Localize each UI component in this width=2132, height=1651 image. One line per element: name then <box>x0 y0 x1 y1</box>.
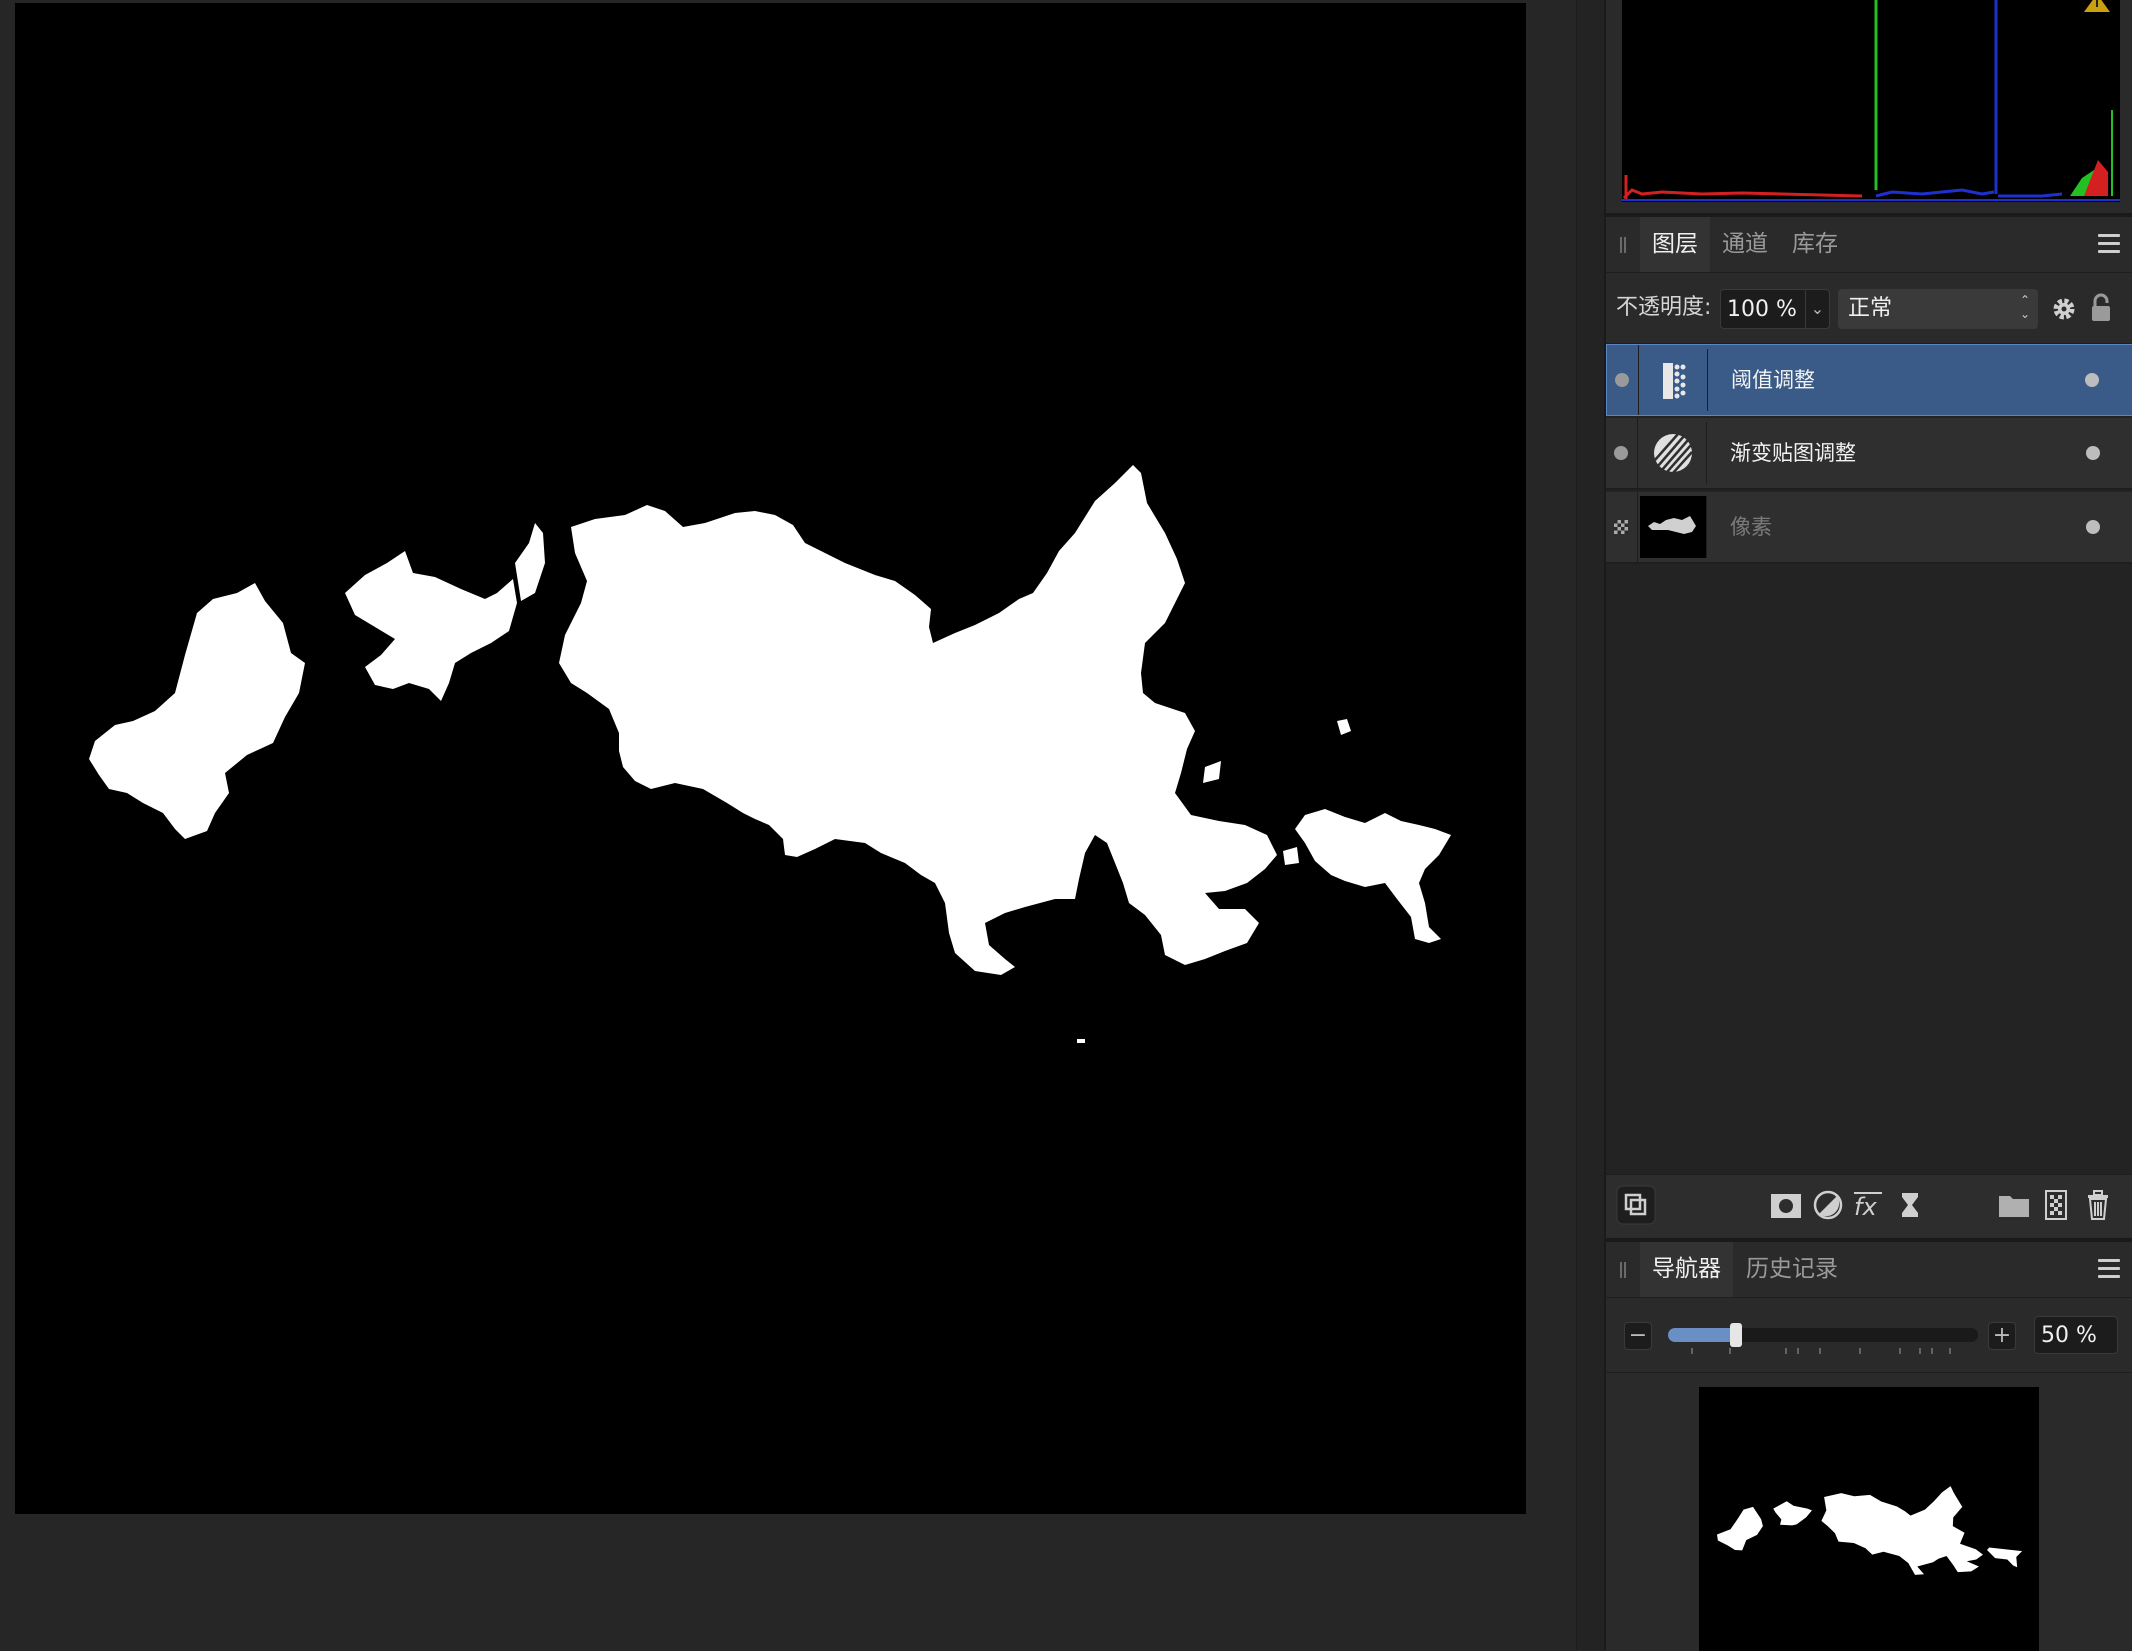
histogram-chart <box>1622 0 2120 201</box>
layer-name: 渐变贴图调整 <box>1730 441 1856 465</box>
navigator-preview[interactable] <box>1699 1387 2039 1651</box>
layer-visibility-dot[interactable] <box>2085 373 2099 387</box>
histogram-panel <box>1606 0 2132 215</box>
zoom-slider[interactable] <box>1668 1323 1978 1347</box>
gear-icon[interactable] <box>2050 295 2078 323</box>
layer-visibility-dot[interactable] <box>2086 446 2100 460</box>
tab-navigator[interactable]: 导航器 <box>1640 1242 1733 1297</box>
live-filter-icon[interactable] <box>1894 1189 1926 1221</box>
navigator-panel-tabbar: 导航器 历史记录 <box>1606 1242 2132 1298</box>
trash-icon[interactable] <box>2082 1189 2114 1221</box>
layer-effects-toggle-icon[interactable] <box>1616 1185 1656 1225</box>
right-panel: 图层 通道 库存 不透明度: 100 % ⌄ 正常 ⌃ ⌄ 阈值调整 渐变贴图调… <box>1604 0 2132 1651</box>
zoom-slider-fill <box>1668 1328 1736 1342</box>
canvas-vertical-scrollbar[interactable] <box>1576 0 1605 1650</box>
gradient-map-adjustment-icon <box>1640 422 1707 484</box>
layer-row-gradient-map[interactable]: 渐变贴图调整 <box>1606 418 2132 490</box>
layer-name: 像素 <box>1730 515 1772 539</box>
zoom-value-input[interactable]: 50 % <box>2034 1316 2118 1354</box>
group-folder-icon[interactable] <box>1998 1189 2030 1221</box>
layer-row-threshold[interactable]: 阈值调整 <box>1606 344 2132 416</box>
zoom-out-button[interactable]: − <box>1624 1322 1652 1350</box>
layer-properties-row: 不透明度: 100 % ⌄ 正常 ⌃ ⌄ <box>1606 273 2132 344</box>
tab-history[interactable]: 历史记录 <box>1734 1242 1850 1297</box>
tab-stock[interactable]: 库存 <box>1780 217 1850 272</box>
layer-name: 阈值调整 <box>1731 368 1815 392</box>
blend-mode-value: 正常 <box>1848 296 1893 321</box>
zoom-controls: − + 50 % <box>1606 1298 2132 1372</box>
threshold-adjustment-icon <box>1641 349 1708 411</box>
navigator-thumbnail-image <box>1717 1486 2023 1575</box>
panel-grip-icon[interactable] <box>1620 237 1626 253</box>
document-canvas[interactable] <box>15 3 1526 1514</box>
lock-icon[interactable] <box>2090 293 2112 323</box>
blend-mode-select[interactable]: 正常 ⌃ ⌄ <box>1838 289 2038 329</box>
layer-visibility-dot[interactable] <box>2086 520 2100 534</box>
opacity-dropdown-chevron-icon[interactable]: ⌄ <box>1806 289 1830 329</box>
layer-visibility-toggle[interactable] <box>1606 418 1638 488</box>
panel-menu-icon[interactable] <box>2098 1259 2120 1279</box>
panel-grip-icon[interactable] <box>1620 1262 1626 1278</box>
layers-toolbar: fx <box>1606 1174 2132 1237</box>
warning-triangle-icon[interactable] <box>2084 0 2110 12</box>
pixel-layer-thumbnail <box>1640 496 1707 558</box>
new-pixel-layer-icon[interactable] <box>2040 1189 2072 1221</box>
updown-arrows-icon: ⌃ ⌄ <box>2019 293 2030 321</box>
threshold-image <box>89 465 1451 1043</box>
pixel-layer-type-icon <box>1606 492 1638 562</box>
layers-panel-tabbar: 图层 通道 库存 <box>1606 217 2132 273</box>
fx-icon[interactable]: fx <box>1852 1189 1884 1221</box>
opacity-input[interactable]: 100 % <box>1720 289 1806 329</box>
tab-layers[interactable]: 图层 <box>1640 217 1710 272</box>
zoom-slider-ticks <box>1691 1348 1951 1354</box>
adjustment-icon[interactable] <box>1812 1189 1844 1221</box>
canvas-area[interactable] <box>0 0 1576 1650</box>
layer-row-pixel[interactable]: 像素 <box>1606 492 2132 564</box>
navigator-preview-area <box>1606 1372 2132 1651</box>
zoom-in-button[interactable]: + <box>1988 1322 2016 1350</box>
histogram-graph <box>1622 0 2120 202</box>
layer-visibility-toggle[interactable] <box>1607 345 1639 415</box>
mask-icon[interactable] <box>1770 1189 1802 1221</box>
opacity-label: 不透明度: <box>1616 295 1712 320</box>
zoom-slider-handle[interactable] <box>1730 1323 1742 1347</box>
layers-list[interactable]: 阈值调整 渐变贴图调整 像素 <box>1606 344 2132 1174</box>
tab-channels[interactable]: 通道 <box>1710 217 1780 272</box>
svg-text:fx: fx <box>1854 1193 1877 1221</box>
panel-menu-icon[interactable] <box>2098 234 2120 254</box>
